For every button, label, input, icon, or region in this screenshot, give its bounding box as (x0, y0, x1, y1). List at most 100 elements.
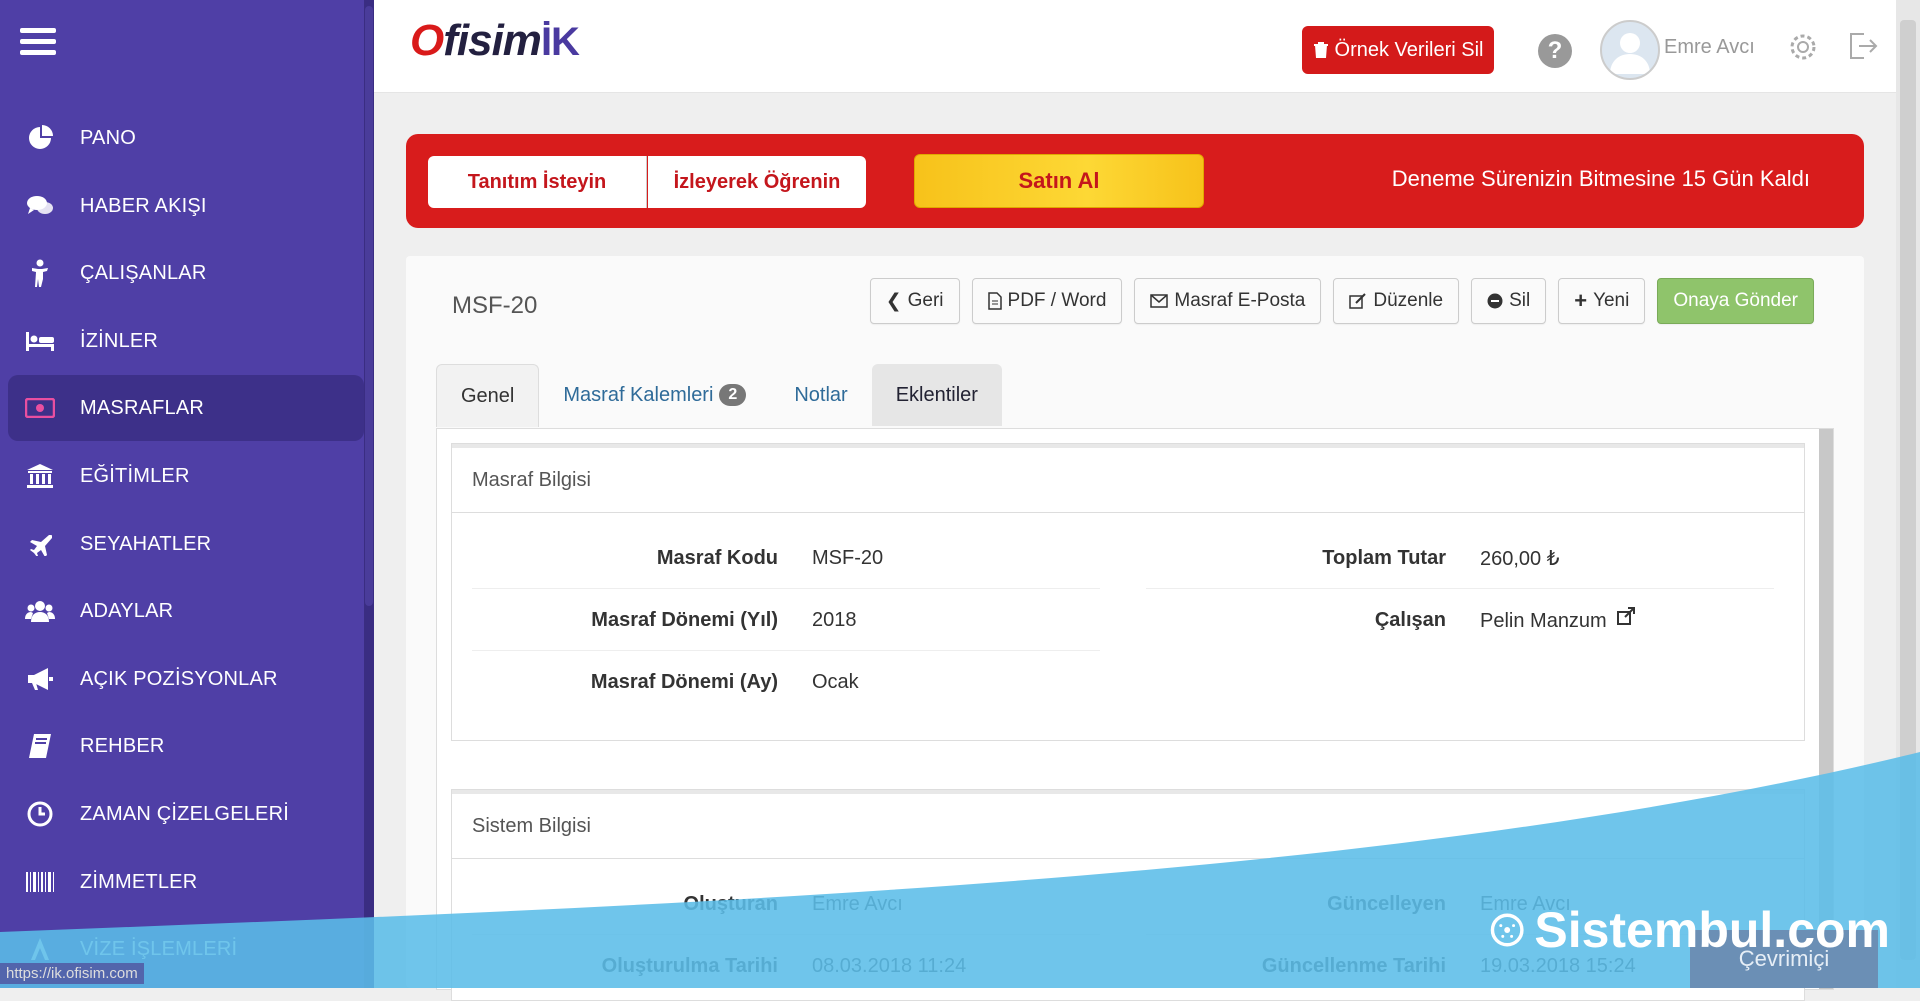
page-scroll-thumb[interactable] (1900, 20, 1916, 960)
delete-label: Sil (1509, 290, 1531, 311)
minus-circle-icon (1487, 293, 1503, 309)
watermark-logo: Sistembul.com (1490, 890, 1890, 970)
sidebar-item-plane[interactable]: SEYAHATLER (8, 511, 364, 577)
logout-icon[interactable] (1846, 30, 1878, 67)
sidebar-item-pie-chart[interactable]: PANO (8, 105, 364, 171)
email-expense-label: Masraf E-Posta (1174, 290, 1306, 311)
email-expense-button[interactable]: Masraf E-Posta (1134, 278, 1322, 324)
field-label: Oluşturulma Tarihi (601, 954, 778, 977)
sidebar-item-label: SEYAHATLER (80, 532, 212, 555)
expense-info-section: Masraf Bilgisi Masraf Kodu MSF-20 Masraf… (451, 443, 1805, 741)
field-value: Emre Avcı (812, 892, 903, 915)
ofisim-logo[interactable]: OfisimİK (410, 16, 580, 66)
field-label: Çalışan (1374, 608, 1446, 631)
field-label: Oluşturan (683, 892, 778, 915)
hamburger-menu-icon[interactable] (20, 28, 56, 58)
section-title: Masraf Bilgisi (452, 448, 1804, 513)
sidebar-item-bullhorn[interactable]: AÇIK POZİSYONLAR (8, 646, 364, 712)
edit-icon (1349, 293, 1367, 309)
tab-notes[interactable]: Notlar (770, 364, 871, 426)
trial-remaining-text: Deneme Sürenizin Bitmesine 15 Gün Kaldı (1391, 166, 1810, 191)
new-button[interactable]: + Yeni (1558, 278, 1646, 324)
sidebar-item-label: ADAYLAR (80, 599, 174, 622)
avatar[interactable] (1600, 20, 1660, 80)
help-icon[interactable]: ? (1538, 34, 1572, 68)
field-label: Toplam Tutar (1322, 546, 1446, 569)
watch-learn-button[interactable]: İzleyerek Öğrenin (648, 156, 866, 208)
buy-button[interactable]: Satın Al (914, 154, 1204, 208)
bullhorn-icon (20, 667, 60, 691)
field-label: Masraf Kodu (656, 546, 778, 569)
plane-icon (20, 532, 60, 556)
sidebar-item-money[interactable]: MASRAFLAR (8, 375, 364, 441)
field-created-at: Oluşturulma Tarihi 08.03.2018 11:24 (472, 936, 1100, 996)
field-created-by: Oluşturan Emre Avcı (472, 874, 1100, 935)
top-header: OfisimİK Örnek Verileri Sil ? Emre Avcı (374, 0, 1896, 93)
field-employee: Çalışan Pelin Manzum (1146, 590, 1774, 650)
sidebar-item-label: ÇALIŞANLAR (80, 261, 207, 284)
field-label: Masraf Dönemi (Yıl) (591, 608, 778, 631)
file-icon (987, 292, 1002, 310)
sidebar-item-label: AÇIK POZİSYONLAR (80, 667, 278, 690)
sidebar-scrollbar[interactable] (364, 0, 374, 988)
tab-general[interactable]: Genel (436, 364, 540, 427)
page-scrollbar[interactable] (1896, 0, 1920, 988)
sidebar-item-clock[interactable]: ZAMAN ÇİZELGELERİ (8, 781, 364, 847)
external-link-icon[interactable] (1616, 607, 1636, 627)
delete-sample-data-button[interactable]: Örnek Verileri Sil (1302, 26, 1494, 74)
sidebar-item-institution[interactable]: EĞİTİMLER (8, 443, 364, 509)
sidebar-item-bed[interactable]: İZİNLER (8, 308, 364, 374)
back-button[interactable]: ❮ Geri (869, 278, 960, 324)
sidebar-item-person[interactable]: ÇALIŞANLAR (8, 240, 364, 306)
watermark-text: Sistembul.com (1534, 902, 1890, 958)
edit-button[interactable]: Düzenle (1333, 278, 1460, 324)
expense-detail-card: MSF-20 ❮ Geri PDF / Word Masraf E-Posta D… (406, 256, 1864, 1001)
sidebar-item-label: MASRAFLAR (80, 396, 205, 419)
user-name[interactable]: Emre Avcı (1664, 36, 1755, 59)
sidebar-item-label: ZİMMETLER (80, 870, 198, 893)
field-expense-code: Masraf Kodu MSF-20 (472, 528, 1100, 589)
book-icon (20, 733, 60, 759)
delete-button[interactable]: Sil (1471, 278, 1547, 324)
sidebar-scroll-thumb[interactable] (365, 6, 373, 606)
clock-icon (20, 801, 60, 827)
delete-sample-data-label: Örnek Verileri Sil (1334, 38, 1484, 61)
pdf-word-button[interactable]: PDF / Word (971, 278, 1123, 324)
passport-icon (20, 936, 60, 962)
tab-expense-items[interactable]: Masraf Kalemleri 2 (539, 364, 770, 426)
user-silhouette-icon (1610, 33, 1650, 74)
barcode-icon (20, 871, 60, 893)
field-value: 08.03.2018 11:24 (812, 954, 967, 977)
sidebar-item-users[interactable]: ADAYLAR (8, 578, 364, 644)
request-demo-button[interactable]: Tanıtım İsteyin (428, 156, 647, 208)
field-label: Masraf Dönemi (Ay) (590, 670, 778, 693)
money-icon (20, 398, 60, 418)
record-tabs: Genel Masraf Kalemleri 2 Notlar Eklentile… (436, 364, 1002, 428)
field-total-amount: Toplam Tutar 260,00 ₺ (1146, 528, 1774, 589)
submit-approval-button[interactable]: Onaya Gönder (1657, 278, 1814, 324)
employee-link[interactable]: Pelin Manzum (1480, 607, 1636, 633)
field-value: 260,00 ₺ (1480, 547, 1560, 570)
field-label: Güncellenme Tarihi (1261, 954, 1446, 977)
sidebar-item-label: PANO (80, 126, 136, 149)
envelope-icon (1150, 294, 1169, 308)
pdf-word-label: PDF / Word (1007, 290, 1107, 311)
tab-attachments[interactable]: Eklentiler (871, 364, 1002, 426)
sidebar-item-comments[interactable]: HABER AKIŞI (8, 173, 364, 239)
pie-chart-icon (20, 125, 60, 151)
sidebar-item-label: ZAMAN ÇİZELGELERİ (80, 802, 289, 825)
page-title: MSF-20 (452, 292, 538, 319)
count-badge: 2 (719, 384, 747, 406)
sidebar-item-barcode[interactable]: ZİMMETLER (8, 849, 364, 915)
edit-label: Düzenle (1373, 290, 1444, 311)
trial-banner: Tanıtım İsteyin İzleyerek Öğrenin Satın … (406, 134, 1864, 228)
chevron-left-icon: ❮ (885, 290, 902, 312)
gear-icon[interactable] (1786, 30, 1820, 69)
field-label: Güncelleyen (1327, 892, 1446, 915)
back-button-label: Geri (907, 290, 944, 311)
sidebar-item-book[interactable]: REHBER (8, 713, 364, 779)
sidebar: PANO HABER AKIŞI ÇALIŞANLAR İZİNLER MASRAFLA… (0, 0, 374, 988)
new-label: Yeni (1593, 290, 1630, 311)
users-icon (20, 599, 60, 623)
sidebar-item-label: VİZE İŞLEMLERİ (80, 937, 238, 960)
